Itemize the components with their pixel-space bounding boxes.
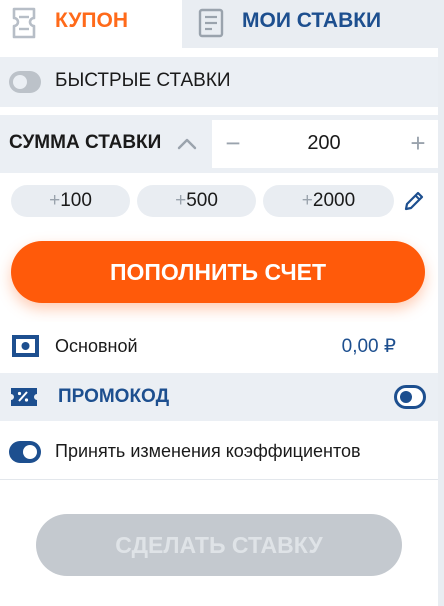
- pencil-icon[interactable]: [403, 190, 425, 212]
- accept-changes-toggle[interactable]: [9, 441, 41, 463]
- promo-radio[interactable]: [394, 385, 426, 409]
- toggle-knob: [13, 75, 27, 89]
- stake-increase-button[interactable]: +: [404, 126, 432, 160]
- promo-row[interactable]: ПРОМОКОД: [0, 373, 444, 421]
- account-label: Основной: [55, 336, 138, 356]
- chip-value: 2000: [312, 190, 356, 211]
- radio-dot: [400, 391, 412, 403]
- divider: [0, 479, 444, 480]
- coupon-icon: [12, 7, 36, 39]
- stake-row: СУММА СТАВКИ − 200 +: [0, 115, 444, 173]
- quick-amount-chip[interactable]: +100: [11, 185, 130, 217]
- quick-bets-label: БЫСТРЫЕ СТАВКИ: [55, 70, 231, 91]
- quick-bets-row: БЫСТРЫЕ СТАВКИ: [0, 57, 444, 107]
- stake-amount-input[interactable]: 200: [272, 132, 376, 155]
- quick-amount-chip[interactable]: +500: [137, 185, 256, 217]
- tab-coupon[interactable]: КУПОН: [0, 0, 182, 48]
- accept-changes-label: Принять изменения коэффициентов: [55, 441, 361, 461]
- stake-stepper: − 200 +: [212, 120, 438, 168]
- account-balance: 0,00 ₽: [341, 336, 396, 357]
- promo-ticket-icon: [11, 388, 37, 406]
- bets-list-icon: [198, 8, 224, 38]
- wallet-icon: [12, 335, 39, 357]
- account-row: Основной 0,00 ₽: [0, 322, 444, 372]
- chip-plus-sign: +: [49, 190, 61, 211]
- tab-coupon-label: КУПОН: [55, 9, 128, 32]
- tab-bar: КУПОН МОИ СТАВКИ: [0, 0, 444, 48]
- promo-label: ПРОМОКОД: [58, 386, 170, 407]
- place-bet-button[interactable]: СДЕЛАТЬ СТАВКУ: [36, 514, 402, 576]
- accept-changes-row: Принять изменения коэффициентов: [0, 427, 444, 475]
- quick-amount-chip[interactable]: +2000: [263, 185, 394, 217]
- top-up-button[interactable]: ПОПОЛНИТЬ СЧЕТ: [11, 241, 425, 303]
- tab-my-bets-label: МОИ СТАВКИ: [242, 9, 382, 32]
- chip-plus-sign: +: [175, 190, 187, 211]
- chevron-up-icon[interactable]: [176, 134, 198, 154]
- scrollbar-track[interactable]: [438, 0, 444, 606]
- toggle-knob: [23, 445, 37, 459]
- stake-label: СУММА СТАВКИ: [9, 132, 162, 153]
- chip-value: 500: [186, 190, 218, 211]
- quick-bets-toggle[interactable]: [9, 71, 41, 93]
- chip-plus-sign: +: [301, 190, 313, 211]
- tab-my-bets[interactable]: МОИ СТАВКИ: [182, 0, 444, 48]
- chip-value: 100: [60, 190, 92, 211]
- stake-decrease-button[interactable]: −: [220, 126, 246, 160]
